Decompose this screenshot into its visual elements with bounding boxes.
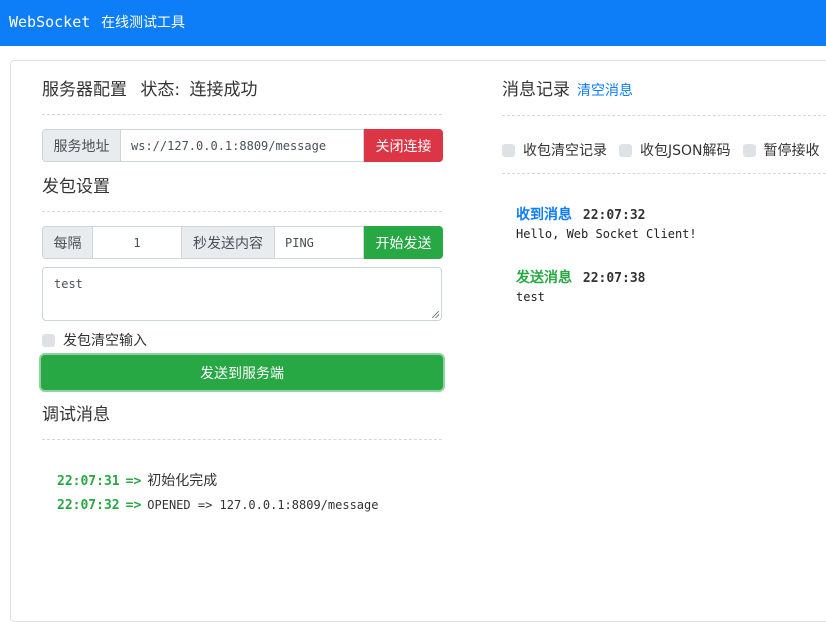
- brand[interactable]: WebSocket 在线测试工具: [9, 13, 185, 32]
- message-item-header: 发送消息 22:07:38: [516, 267, 646, 287]
- divider: [42, 114, 442, 115]
- config-heading: 服务器配置 状态: 连接成功: [42, 80, 258, 100]
- divider: [502, 115, 826, 116]
- status-value: 连接成功: [189, 80, 258, 100]
- recv-clear-checkbox[interactable]: [502, 143, 515, 157]
- brand-main: WebSocket: [9, 13, 91, 31]
- message-body: Hello, Web Socket Client!: [516, 227, 697, 241]
- content-input[interactable]: PING: [275, 226, 364, 259]
- server-addon: 服务地址: [42, 129, 121, 162]
- status-label: 状态:: [140, 80, 181, 100]
- json-decode-checkbox[interactable]: [619, 143, 632, 157]
- debug-text: OPENED => 127.0.0.1:8809/message: [147, 498, 379, 512]
- textarea-value: test: [54, 277, 83, 291]
- debug-time: 22:07:31: [57, 474, 120, 489]
- clear-input-checkbox[interactable]: [42, 333, 55, 347]
- server-url-input[interactable]: ws://127.0.0.1:8809/message: [121, 129, 364, 162]
- debug-arrow: =>: [125, 474, 142, 489]
- recv-clear-label: 收包清空记录: [523, 143, 607, 159]
- resize-handle-icon[interactable]: [432, 311, 439, 318]
- pause-receive-label: 暂停接收: [763, 143, 820, 159]
- debug-entry: 22:07:32 => OPENED => 127.0.0.1:8809/mes…: [57, 498, 378, 513]
- send-to-server-button[interactable]: 发送到服务端: [41, 355, 443, 390]
- clear-input-label: 发包清空输入: [63, 333, 147, 349]
- start-send-button[interactable]: 开始发送: [364, 226, 443, 259]
- debug-entry: 22:07:31 => 初始化完成: [57, 470, 217, 490]
- divider: [42, 211, 442, 212]
- brand-sub: 在线测试工具: [101, 15, 186, 31]
- divider: [502, 173, 826, 174]
- clear-messages-link[interactable]: 清空消息: [577, 81, 633, 101]
- debug-arrow: =>: [125, 498, 142, 513]
- message-time: 22:07:32: [582, 208, 646, 223]
- message-textarea[interactable]: test: [42, 267, 442, 321]
- navbar: WebSocket 在线测试工具: [0, 0, 826, 46]
- clear-input-option[interactable]: 发包清空输入: [42, 330, 147, 350]
- debug-text: 初始化完成: [147, 473, 218, 489]
- every-addon: 每隔: [42, 226, 93, 259]
- messages-title: 消息记录: [502, 80, 570, 100]
- server-input-group: 服务地址 ws://127.0.0.1:8809/message 关闭连接: [42, 129, 443, 162]
- messages-heading: 消息记录 清空消息: [502, 80, 633, 101]
- debug-time: 22:07:32: [57, 498, 120, 513]
- close-connection-button[interactable]: 关闭连接: [364, 129, 443, 162]
- message-body: test: [516, 290, 545, 304]
- message-type: 收到消息: [516, 207, 572, 223]
- message-item-header: 收到消息 22:07:32: [516, 204, 646, 224]
- pause-receive-checkbox[interactable]: [742, 143, 756, 157]
- divider: [42, 439, 442, 440]
- message-time: 22:07:38: [582, 271, 646, 286]
- json-decode-label: 收包JSON解码: [640, 143, 731, 159]
- send-settings-title: 发包设置: [42, 177, 110, 197]
- interval-input[interactable]: 1: [93, 226, 182, 259]
- debug-title: 调试消息: [42, 405, 110, 425]
- options-row: 收包清空记录 收包JSON解码 暂停接收: [502, 140, 820, 160]
- message-type: 发送消息: [516, 270, 572, 286]
- interval-input-group: 每隔 1 秒发送内容 PING 开始发送: [42, 226, 443, 259]
- config-title: 服务器配置: [42, 80, 127, 100]
- content-addon: 秒发送内容: [182, 226, 275, 259]
